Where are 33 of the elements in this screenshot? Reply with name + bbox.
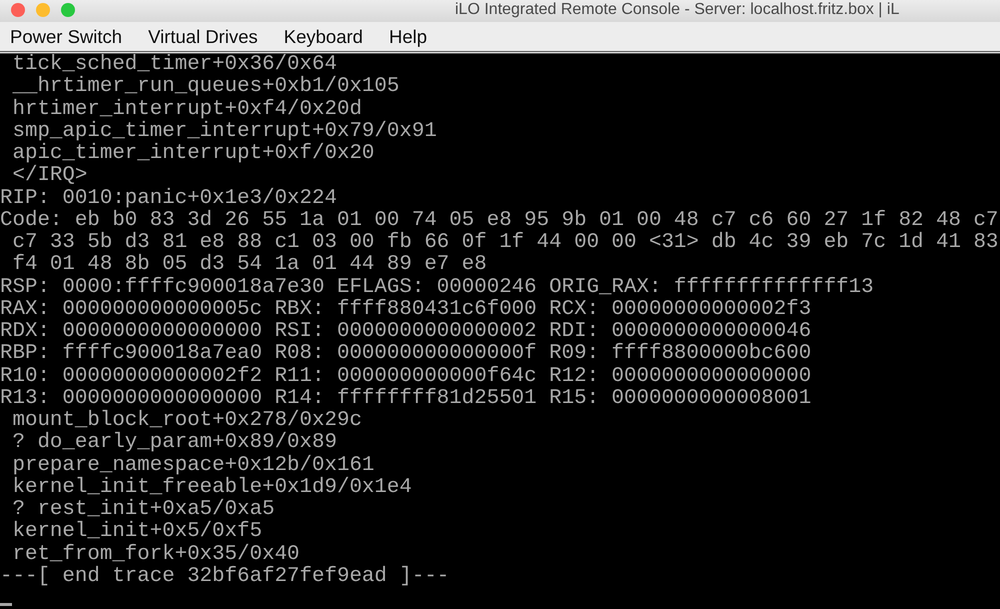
- console-line: __hrtimer_run_queues+0xb1/0x105: [11, 76, 400, 98]
- minimize-icon[interactable]: [36, 3, 50, 17]
- menu-item[interactable]: Virtual Drives: [148, 26, 258, 48]
- console-line: R10: 00000000000002f2 R11: 000000000000f64c R12: 0000000000000000: [0, 366, 812, 388]
- menu-item[interactable]: Keyboard: [284, 26, 363, 48]
- menu-item[interactable]: Help: [388, 26, 428, 48]
- cursor-icon: [0, 603, 12, 606]
- console-line: mount_block_root+0x278/0x29c: [11, 410, 362, 432]
- console-line: ? do_early_param+0x89/0x89: [11, 432, 337, 454]
- console-line: tick_sched_timer+0x36/0x64: [11, 54, 337, 76]
- console-line: ? rest_init+0xa5/0xa5: [11, 499, 275, 521]
- menu-item[interactable]: Power Switch: [10, 26, 122, 48]
- console-line: RIP: 0010:panic+0x1e3/0x224: [0, 188, 337, 210]
- console-line: c7 33 5b d3 81 e8 88 c1 03 00 fb 66 0f 1f 44 00 00 <31> db 4c 39 eb 7c 1d 41 83: [11, 232, 998, 254]
- console-line: ret_from_fork+0x35/0x40: [11, 544, 300, 566]
- console-line: </IRQ>: [11, 165, 88, 188]
- console-line: RSP: 0000:ffffc900018a7e30 EFLAGS: 00000246 ORIG_RAX: ffffffffffffff13: [0, 276, 874, 298]
- console-line: kernel_init+0x5/0xf5: [11, 521, 262, 544]
- maximize-icon[interactable]: [61, 3, 75, 17]
- console-line: RDX: 0000000000000000 RSI: 0000000000000002 RDI: 0000000000000046: [0, 321, 812, 343]
- console-line: prepare_namespace+0x12b/0x161: [11, 454, 374, 476]
- console-line: Code: eb b0 83 3d 26 55 1a 01 00 74 05 e8 95 9b 01 00 48 c7 c6 60 27 1f 82 48 c7: [0, 210, 998, 232]
- console-line: smp_apic_timer_interrupt+0x79/0x91: [11, 120, 437, 143]
- close-icon[interactable]: [11, 3, 25, 17]
- console-line: RBP: ffffc900018a7ea0 R08: 000000000000000f R09: ffff8800000bc600: [0, 343, 812, 366]
- console-line: apic_timer_interrupt+0xf/0x20: [11, 143, 374, 165]
- window-title: iLO Integrated Remote Console - Server: localhost.fritz.box | iL: [455, 1, 900, 19]
- console-line: hrtimer_interrupt+0xf4/0x20d: [11, 98, 362, 120]
- console-line: RAX: 000000000000005c RBX: ffff880431c6f000 RCX: 00000000000002f3: [0, 298, 812, 321]
- console-line: kernel_init_freeable+0x1d9/0x1e4: [11, 476, 412, 499]
- console-line: f4 01 48 8b 05 d3 54 1a 01 44 89 e7 e8: [11, 254, 487, 276]
- console-line: ---[ end trace 32bf6af27fef9ead ]---: [0, 566, 450, 588]
- console-line: R13: 0000000000000000 R14: ffffffff81d25501 R15: 0000000000008001: [0, 388, 812, 410]
